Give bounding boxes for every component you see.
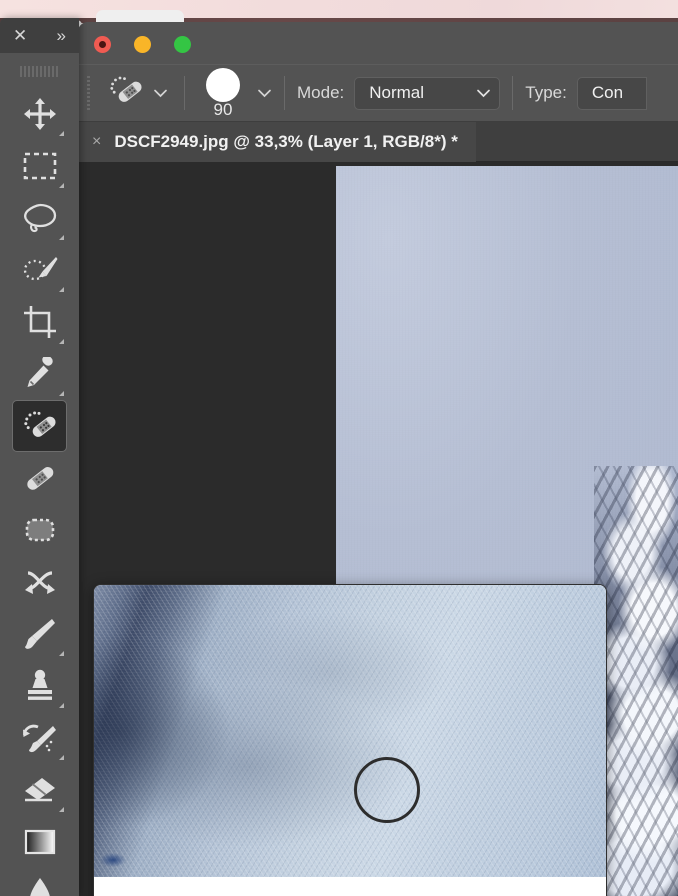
bandage-icon — [23, 464, 57, 492]
fabric-blue-fleck — [100, 853, 126, 867]
type-label: Type: — [525, 83, 567, 102]
window-traffic-lights — [94, 36, 191, 53]
minimize-window-button[interactable] — [134, 36, 151, 53]
spot-healing-brush-icon — [23, 411, 57, 441]
tool-preset-chevron-down-icon[interactable] — [153, 87, 167, 100]
window-titlebar[interactable] — [78, 22, 678, 64]
fabric-texture-preview — [94, 585, 606, 877]
close-document-icon[interactable]: × — [92, 133, 101, 150]
blur-droplet-icon — [27, 877, 53, 896]
quick-selection-tool-button[interactable] — [12, 244, 67, 296]
tools-panel: ✕ » — [0, 18, 79, 896]
tool-list — [0, 82, 79, 896]
lasso-icon — [23, 202, 57, 234]
screen: 90 Mode: Normal Type: Con × DSCF2949.jpg… — [0, 0, 678, 896]
document-title: DSCF2949.jpg @ 33,3% (Layer 1, RGB/8*) * — [114, 131, 458, 151]
fabric-shading-overlay — [94, 585, 606, 877]
submenu-triangle-icon — [59, 703, 64, 708]
brush-size-value: 90 — [213, 99, 233, 119]
content-aware-move-tool-button[interactable] — [12, 556, 67, 608]
photoshop-window: 90 Mode: Normal Type: Con × DSCF2949.jpg… — [78, 22, 678, 896]
close-window-button[interactable] — [94, 36, 111, 53]
eraser-icon — [22, 776, 58, 804]
brush-circle-cursor — [354, 757, 420, 823]
type-select[interactable]: Con — [576, 76, 647, 110]
tool-tooltip: Spot Healing Brush tool (J) Removes mark… — [93, 584, 607, 896]
document-tab-bar: × DSCF2949.jpg @ 33,3% (Layer 1, RGB/8*)… — [78, 121, 678, 162]
brush-preset-picker[interactable]: 90 — [197, 67, 272, 119]
submenu-triangle-icon — [59, 287, 64, 292]
expand-panel-icon[interactable]: » — [57, 27, 66, 44]
submenu-triangle-icon — [59, 131, 64, 136]
mode-select[interactable]: Normal — [354, 76, 501, 110]
lasso-tool-button[interactable] — [12, 192, 67, 244]
panel-grip-icon[interactable] — [0, 60, 79, 82]
marquee-icon — [23, 151, 57, 181]
document-tab[interactable]: × DSCF2949.jpg @ 33,3% (Layer 1, RGB/8*)… — [78, 121, 476, 162]
brush-chevron-down-icon[interactable] — [257, 87, 271, 100]
submenu-triangle-icon — [59, 183, 64, 188]
paintbrush-icon — [24, 617, 56, 651]
tools-panel-header: ✕ » — [0, 18, 79, 53]
clone-stamp-icon — [24, 669, 56, 703]
close-panel-icon[interactable]: ✕ — [13, 27, 27, 44]
submenu-triangle-icon — [59, 391, 64, 396]
zoom-window-button[interactable] — [174, 36, 191, 53]
history-brush-tool-button[interactable] — [12, 712, 67, 764]
type-value: Con — [591, 83, 624, 102]
brush-tip-circle-icon — [206, 67, 240, 102]
tool-preset-picker[interactable] — [103, 76, 172, 111]
clone-stamp-tool-button[interactable] — [12, 660, 67, 712]
options-divider-1 — [184, 76, 185, 110]
blur-tool-button[interactable] — [12, 868, 67, 896]
drag-grip-icon[interactable] — [86, 76, 93, 110]
submenu-triangle-icon — [59, 755, 64, 760]
healing-brush-tool-button[interactable] — [12, 452, 67, 504]
brush-tool-button[interactable] — [12, 608, 67, 660]
eyedropper-tool-button[interactable] — [12, 348, 67, 400]
tool-options-bar: 90 Mode: Normal Type: Con — [78, 64, 678, 122]
submenu-triangle-icon — [59, 651, 64, 656]
submenu-triangle-icon — [59, 807, 64, 812]
move-icon — [23, 97, 57, 131]
brush-preview[interactable]: 90 — [199, 67, 247, 119]
canvas-area[interactable]: Spot Healing Brush tool (J) Removes mark… — [78, 162, 678, 896]
history-brush-icon — [22, 722, 58, 754]
mode-label: Mode: — [297, 83, 345, 102]
eyedropper-icon — [23, 357, 57, 391]
options-divider-2 — [284, 76, 285, 110]
eraser-tool-button[interactable] — [12, 764, 67, 816]
mode-chevron-down-icon — [476, 87, 491, 100]
patch-icon — [23, 515, 57, 545]
crop-tool-button[interactable] — [12, 296, 67, 348]
gradient-icon — [23, 829, 57, 855]
quick-selection-icon — [22, 254, 58, 286]
mode-value: Normal — [369, 83, 425, 102]
move-tool-button[interactable] — [12, 88, 67, 140]
patch-tool-button[interactable] — [12, 504, 67, 556]
spot-healing-brush-tool-button[interactable] — [12, 400, 67, 452]
tooltip-text: Spot Healing Brush tool (J) Removes mark… — [94, 877, 606, 896]
rectangular-marquee-tool-button[interactable] — [12, 140, 67, 192]
submenu-triangle-icon — [59, 235, 64, 240]
spot-healing-brush-icon — [109, 76, 143, 111]
content-aware-move-icon — [22, 568, 58, 596]
gradient-tool-button[interactable] — [12, 816, 67, 868]
submenu-triangle-icon — [59, 339, 64, 344]
options-divider-3 — [512, 76, 514, 110]
crop-icon — [23, 305, 57, 339]
